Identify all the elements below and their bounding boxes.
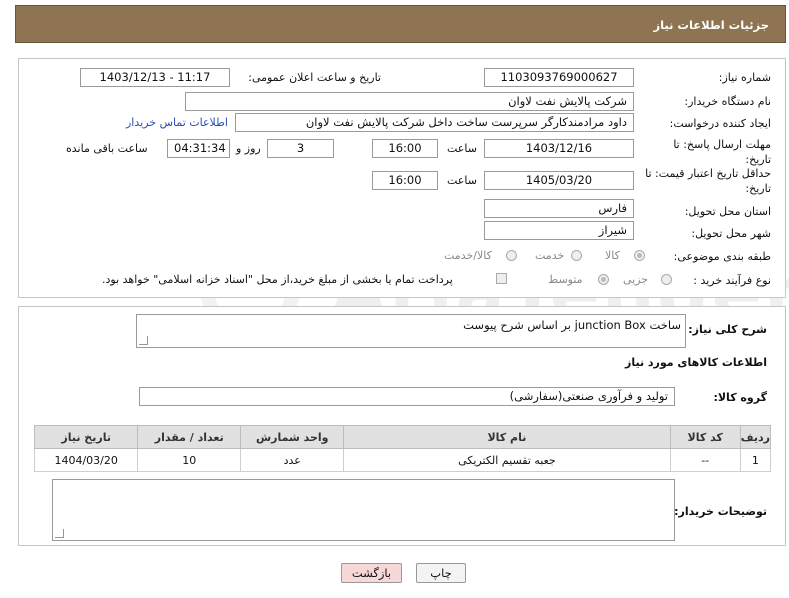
resize-handle-icon[interactable] bbox=[55, 529, 64, 538]
deadline-label-line1: مهلت ارسال پاسخ: تا bbox=[673, 138, 771, 151]
days-remaining-field: 3 bbox=[267, 139, 334, 158]
treasury-payment-note: پرداخت تمام یا بخشی از مبلغ خرید،از محل … bbox=[102, 273, 453, 286]
process-label: نوع فرآیند خرید : bbox=[693, 274, 771, 287]
treasury-payment-checkbox[interactable] bbox=[496, 273, 507, 284]
creator-field: داود مرادمندکارگر سرپرست ساخت داخل شرکت … bbox=[235, 113, 634, 132]
items-table-header: تاریخ نیاز تعداد / مقدار واحد شمارش نام … bbox=[33, 425, 772, 449]
resize-handle-icon[interactable] bbox=[139, 336, 148, 345]
city-label: شهر محل تحویل: bbox=[691, 227, 771, 240]
min-validity-label: حداقل تاریخ اعتبار قیمت: تا تاریخ: bbox=[645, 166, 771, 196]
remaining-time-label: ساعت باقی مانده bbox=[66, 142, 148, 155]
validity-time-label: ساعت bbox=[447, 174, 477, 187]
col-row-number: ردیف bbox=[739, 425, 772, 449]
deadline-label-line2: تاریخ: bbox=[745, 153, 771, 166]
process-medium-radio[interactable] bbox=[598, 274, 609, 285]
cell-item-code: -- bbox=[669, 448, 741, 472]
description-textarea[interactable]: ساخت junction Box بر اساس شرح پیوست bbox=[136, 314, 686, 348]
cell-quantity: 10 bbox=[137, 448, 242, 472]
print-button[interactable]: چاپ bbox=[416, 563, 466, 583]
deadline-date-field: 1403/12/16 bbox=[484, 139, 634, 158]
need-number-field: 1103093769000627 bbox=[484, 68, 634, 87]
col-item-name: نام کالا bbox=[343, 425, 671, 449]
category-goods-label: کالا bbox=[605, 249, 620, 262]
col-unit: واحد شمارش bbox=[240, 425, 345, 449]
remaining-time-field: 04:31:34 bbox=[167, 139, 230, 158]
creator-label: ایجاد کننده درخواست: bbox=[669, 117, 771, 130]
description-text: ساخت junction Box بر اساس شرح پیوست bbox=[463, 318, 681, 332]
buyer-org-field: شرکت پالایش نفت لاوان bbox=[185, 92, 634, 111]
col-due-date: تاریخ نیاز bbox=[33, 425, 139, 449]
category-service-label: خدمت bbox=[535, 249, 565, 262]
min-validity-label-line2: تاریخ: bbox=[745, 182, 771, 195]
goods-group-label: گروه کالا: bbox=[713, 391, 767, 404]
buyer-notes-textarea[interactable] bbox=[52, 479, 675, 541]
deadline-label: مهلت ارسال پاسخ: تا تاریخ: bbox=[673, 137, 771, 167]
announce-datetime-field: 1403/12/13 - 11:17 bbox=[80, 68, 230, 87]
category-goods-radio[interactable] bbox=[634, 250, 645, 261]
table-row: 1404/03/20 10 عدد جعبه تقسیم الکتریکی --… bbox=[33, 448, 772, 472]
deadline-time-label: ساعت bbox=[447, 142, 477, 155]
col-item-code: کد کالا bbox=[669, 425, 741, 449]
cell-due-date: 1404/03/20 bbox=[33, 448, 139, 472]
category-label: طبقه بندی موضوعی: bbox=[673, 250, 771, 263]
validity-time-field: 16:00 bbox=[372, 171, 438, 190]
buyer-contact-link[interactable]: اطلاعات تماس خریدار bbox=[126, 116, 228, 129]
province-label: استان محل تحویل: bbox=[684, 205, 771, 218]
back-button[interactable]: بازگشت bbox=[341, 563, 402, 583]
category-service-radio[interactable] bbox=[571, 250, 582, 261]
page-title: جزئیات اطلاعات نیاز bbox=[653, 18, 769, 32]
buyer-notes-label: توضیحات خریدار: bbox=[674, 505, 767, 518]
cell-row-number: 1 bbox=[739, 448, 772, 472]
city-field: شیراز bbox=[484, 221, 634, 240]
description-label: شرح کلی نیاز: bbox=[688, 323, 767, 336]
cell-unit: عدد bbox=[240, 448, 345, 472]
validity-date-field: 1405/03/20 bbox=[484, 171, 634, 190]
page-header: جزئیات اطلاعات نیاز bbox=[15, 5, 786, 43]
min-validity-label-line1: حداقل تاریخ اعتبار قیمت: تا bbox=[645, 167, 771, 180]
days-label: روز و bbox=[236, 142, 261, 155]
announce-datetime-label: تاریخ و ساعت اعلان عمومی: bbox=[248, 71, 381, 84]
process-medium-label: متوسط bbox=[548, 273, 583, 286]
col-quantity: تعداد / مقدار bbox=[137, 425, 242, 449]
buyer-org-label: نام دستگاه خریدار: bbox=[684, 95, 771, 108]
process-minor-label: جزیی bbox=[623, 273, 649, 286]
province-field: فارس bbox=[484, 199, 634, 218]
category-goods-service-radio[interactable] bbox=[506, 250, 517, 261]
need-number-label: شماره نیاز: bbox=[718, 71, 771, 84]
goods-group-field: تولید و فرآوری صنعتی(سفارشی) bbox=[139, 387, 675, 406]
category-goods-service-label: کالا/خدمت bbox=[444, 249, 492, 262]
cell-item-name: جعبه تقسیم الکتریکی bbox=[343, 448, 671, 472]
deadline-time-field: 16:00 bbox=[372, 139, 438, 158]
items-table: تاریخ نیاز تعداد / مقدار واحد شمارش نام … bbox=[33, 425, 772, 472]
process-minor-radio[interactable] bbox=[661, 274, 672, 285]
goods-section-title: اطلاعات کالاهای مورد نیاز bbox=[625, 356, 767, 369]
